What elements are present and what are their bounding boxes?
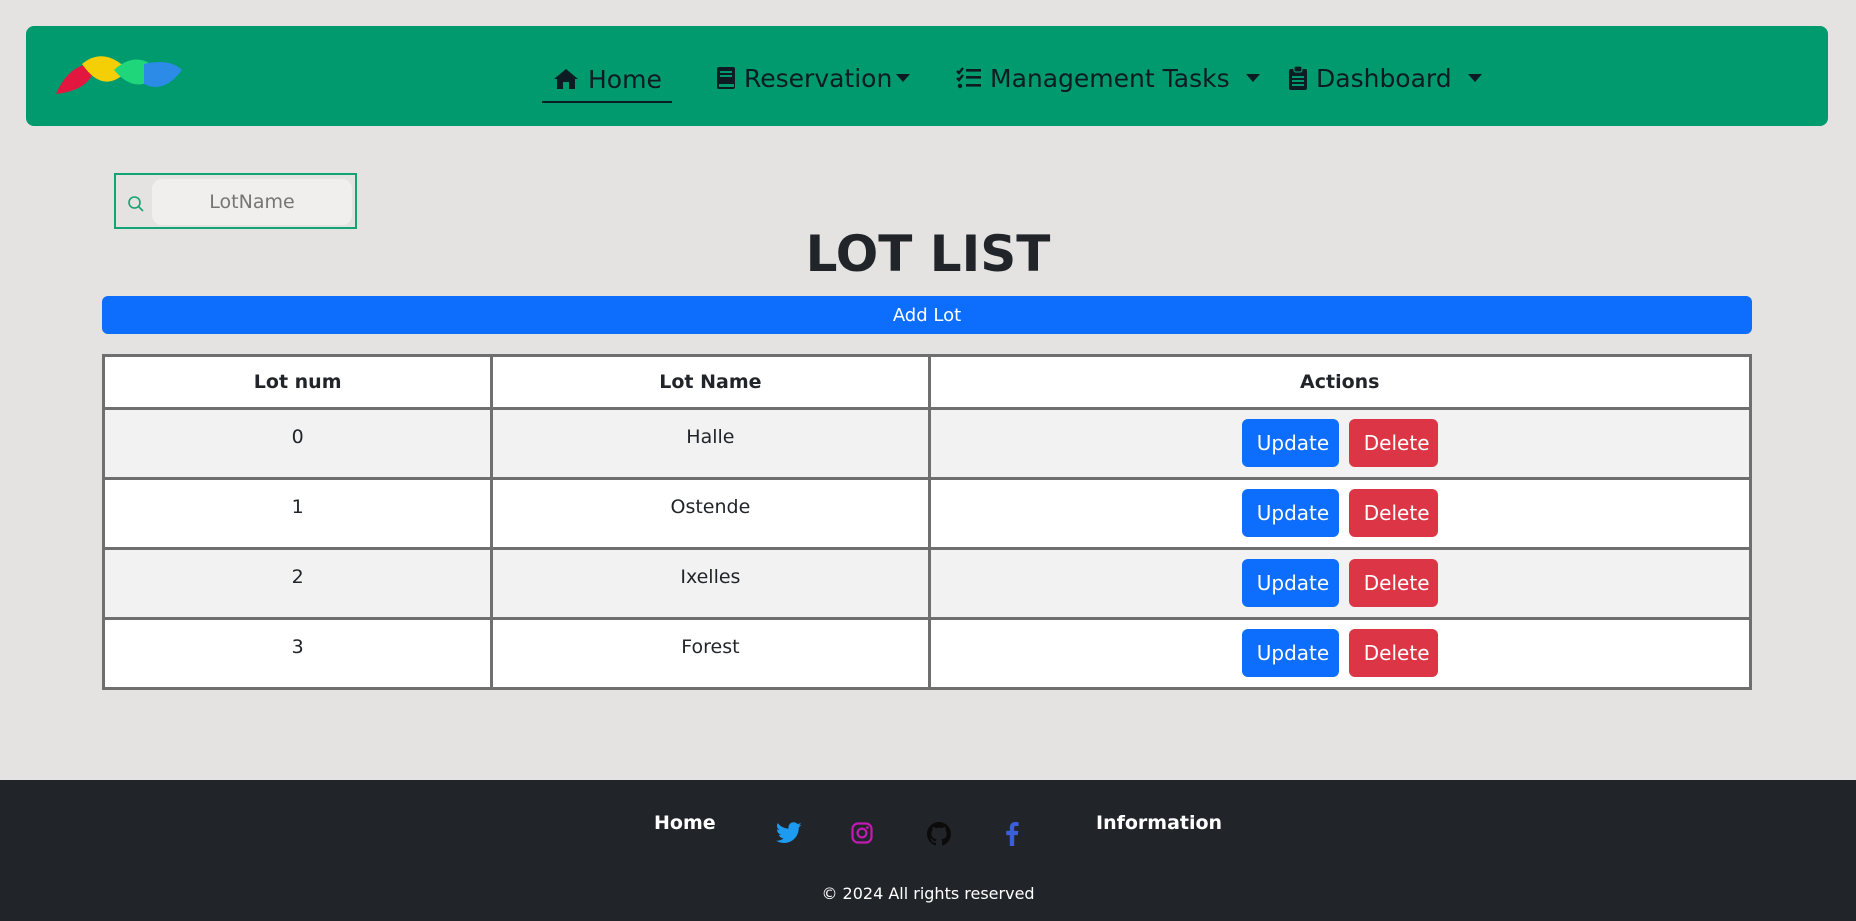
home-icon (554, 69, 578, 89)
lot-table: Lot num Lot Name Actions 0 Halle Update … (101, 354, 1753, 690)
copyright-text: © 2024 All rights reserved (821, 884, 1035, 903)
book-icon (717, 67, 735, 89)
actions-cell: Update Delete (927, 407, 1753, 480)
lot-name-cell: Ostende (490, 477, 931, 550)
page-title: LOT LIST (805, 225, 1051, 283)
nav-home[interactable]: Home (542, 57, 672, 103)
table-row: 2 Ixelles Update Delete (101, 547, 1753, 620)
lot-num-cell: 2 (101, 547, 494, 620)
navbar: Home Reservation Management Tasks Dashbo… (26, 26, 1828, 126)
footer: Home Information © 2024 All rights reser… (0, 780, 1856, 921)
actions-cell: Update Delete (927, 547, 1753, 620)
column-header-lot-num[interactable]: Lot num (101, 354, 494, 410)
nav-home-label: Home (588, 64, 662, 94)
lot-name-cell: Ixelles (490, 547, 931, 620)
nav-reservation-label: Reservation (744, 63, 893, 93)
lot-num-cell: 1 (101, 477, 494, 550)
nav-management-tasks[interactable]: Management Tasks (956, 60, 1260, 96)
nav-reservation[interactable]: Reservation (716, 60, 911, 96)
delete-button[interactable]: Delete (1348, 489, 1438, 537)
delete-button[interactable]: Delete (1348, 629, 1438, 677)
facebook-icon[interactable] (1005, 822, 1019, 846)
nav-management-tasks-label: Management Tasks (990, 63, 1230, 93)
nav-dashboard-label: Dashboard (1316, 63, 1452, 93)
table-row: 0 Halle Update Delete (101, 407, 1753, 480)
chevron-down-icon (896, 74, 911, 82)
lot-name-cell: Forest (490, 617, 931, 690)
update-button[interactable]: Update (1241, 629, 1339, 677)
github-icon[interactable] (927, 822, 951, 846)
delete-button[interactable]: Delete (1348, 559, 1438, 607)
column-header-lot-name[interactable]: Lot Name (490, 354, 931, 410)
actions-cell: Update Delete (927, 617, 1753, 690)
lot-num-cell: 0 (101, 407, 494, 480)
nav-dashboard[interactable]: Dashboard (1288, 60, 1482, 96)
search-icon (128, 196, 144, 212)
actions-cell: Update Delete (927, 477, 1753, 550)
lot-num-cell: 3 (101, 617, 494, 690)
brand-logo[interactable] (52, 50, 184, 102)
table-header-row: Lot num Lot Name Actions (101, 354, 1753, 410)
update-button[interactable]: Update (1241, 489, 1339, 537)
delete-button[interactable]: Delete (1348, 419, 1438, 467)
twitter-icon[interactable] (776, 822, 802, 844)
search-box (114, 173, 357, 229)
chevron-down-icon (1245, 74, 1260, 82)
lot-name-cell: Halle (490, 407, 931, 480)
footer-information-link[interactable]: Information (1096, 812, 1222, 834)
search-input[interactable] (152, 179, 352, 225)
add-lot-button[interactable]: Add Lot (102, 296, 1752, 334)
list-check-icon (956, 67, 981, 89)
table-row: 3 Forest Update Delete (101, 617, 1753, 690)
clipboard-icon (1289, 65, 1307, 90)
update-button[interactable]: Update (1241, 419, 1339, 467)
column-header-actions: Actions (927, 354, 1753, 410)
update-button[interactable]: Update (1241, 559, 1339, 607)
table-row: 1 Ostende Update Delete (101, 477, 1753, 550)
chevron-down-icon (1467, 74, 1482, 82)
instagram-icon[interactable] (851, 822, 873, 844)
footer-home-link[interactable]: Home (654, 812, 716, 834)
